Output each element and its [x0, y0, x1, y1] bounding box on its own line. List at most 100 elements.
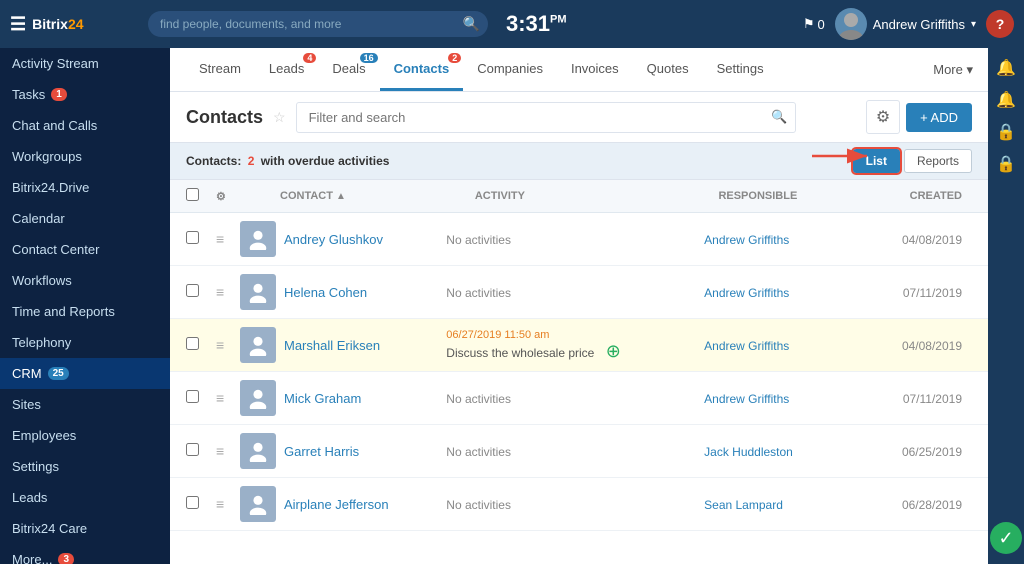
sidebar-item-calendar[interactable]: Calendar [0, 203, 170, 234]
row-menu-icon[interactable]: ≡ [216, 496, 240, 512]
responsible-link[interactable]: Jack Huddleston [704, 445, 793, 459]
tab-quotes[interactable]: Quotes [633, 49, 703, 91]
row-checkbox[interactable] [186, 496, 216, 512]
add-activity-icon[interactable]: ⊕ [606, 341, 621, 361]
sidebar-item-contact-center[interactable]: Contact Center [0, 234, 170, 265]
contacts-toolbar: Contacts: 2 with overdue activities [170, 143, 988, 180]
row-menu-icon[interactable]: ≡ [216, 284, 240, 300]
notification-bell-icon[interactable]: 🔔 [992, 54, 1020, 82]
column-gear-icon[interactable]: ⚙ [216, 190, 240, 203]
sidebar-item-employees[interactable]: Employees [0, 420, 170, 451]
tab-companies[interactable]: Companies [463, 49, 557, 91]
contact-name-link[interactable]: Mick Graham [284, 391, 361, 406]
sidebar-item-crm[interactable]: CRM 25 [0, 358, 170, 389]
created-cell: 07/11/2019 [859, 391, 972, 406]
sidebar-label: Tasks [12, 87, 45, 102]
responsible-link[interactable]: Andrew Griffiths [704, 392, 789, 406]
tab-stream[interactable]: Stream [185, 49, 255, 91]
tab-leads[interactable]: Leads 4 [255, 49, 318, 91]
add-contact-button[interactable]: + ADD [906, 103, 972, 132]
lock-alt-icon[interactable]: 🔒 [992, 150, 1020, 178]
crm-tabs: Stream Leads 4 Deals 16 Contacts 2 Compa… [170, 48, 988, 92]
contact-name-link[interactable]: Garret Harris [284, 444, 359, 459]
tab-more[interactable]: More ▾ [933, 62, 973, 78]
sidebar-item-leads[interactable]: Leads [0, 482, 170, 513]
tab-invoices[interactable]: Invoices [557, 49, 633, 91]
filter-search-input[interactable] [296, 102, 796, 133]
sidebar-item-settings[interactable]: Settings [0, 451, 170, 482]
contact-name-link[interactable]: Marshall Eriksen [284, 338, 380, 353]
created-cell: 07/11/2019 [859, 285, 972, 300]
sidebar-label: Bitrix24.Drive [12, 180, 89, 195]
row-menu-icon[interactable]: ≡ [216, 337, 240, 353]
user-profile[interactable]: Andrew Griffiths ▾ [835, 8, 976, 40]
responsible-link[interactable]: Andrew Griffiths [704, 286, 789, 300]
leads-tab-badge: 4 [303, 53, 316, 63]
no-activity-text: No activities [446, 286, 511, 300]
row-checkbox[interactable] [186, 231, 216, 247]
sidebar-label: Workflows [12, 273, 72, 288]
contact-name-link[interactable]: Andrey Glushkov [284, 232, 383, 247]
created-date-text: 04/08/2019 [902, 339, 962, 353]
contacts-search: 🔍 [296, 102, 796, 133]
sidebar-item-sites[interactable]: Sites [0, 389, 170, 420]
activity-cell: No activities [446, 232, 704, 247]
row-menu-icon[interactable]: ≡ [216, 443, 240, 459]
favorite-icon[interactable]: ☆ [273, 109, 286, 126]
responsible-link[interactable]: Andrew Griffiths [704, 339, 789, 353]
table-header: ⚙ CONTACT ▲ ACTIVITY RESPONSIBLE CREATED [170, 180, 988, 213]
row-checkbox[interactable] [186, 284, 216, 300]
no-activity-text: No activities [446, 445, 511, 459]
row-menu-icon[interactable]: ≡ [216, 390, 240, 406]
responsible-link[interactable]: Andrew Griffiths [704, 233, 789, 247]
tab-deals[interactable]: Deals 16 [318, 49, 379, 91]
sidebar-label: Contact Center [12, 242, 99, 257]
list-view-button[interactable]: List [853, 149, 900, 173]
search-input[interactable] [148, 11, 488, 37]
contact-name-link[interactable]: Airplane Jefferson [284, 497, 389, 512]
responsible-cell: Andrew Griffiths [704, 391, 859, 406]
sidebar-item-drive[interactable]: Bitrix24.Drive [0, 172, 170, 203]
contact-name-link[interactable]: Helena Cohen [284, 285, 367, 300]
sidebar-label: CRM [12, 366, 42, 381]
tab-settings[interactable]: Settings [703, 49, 778, 91]
check-icon[interactable]: ✓ [990, 522, 1022, 554]
sidebar-label: Sites [12, 397, 41, 412]
sidebar-label: Chat and Calls [12, 118, 97, 133]
sidebar-item-activity-stream[interactable]: Activity Stream [0, 48, 170, 79]
menu-icon[interactable]: ☰ [10, 14, 26, 35]
sidebar-item-chat-calls[interactable]: Chat and Calls [0, 110, 170, 141]
row-checkbox[interactable] [186, 337, 216, 353]
crm-badge: 25 [48, 367, 69, 380]
reports-button[interactable]: Reports [904, 149, 972, 173]
sidebar-item-telephony[interactable]: Telephony [0, 327, 170, 358]
chevron-down-icon: ▾ [971, 19, 976, 30]
sidebar-item-workflows[interactable]: Workflows [0, 265, 170, 296]
select-all-checkbox[interactable] [186, 188, 216, 204]
sidebar-item-bitrix24-care[interactable]: Bitrix24 Care [0, 513, 170, 544]
sidebar-item-workgroups[interactable]: Workgroups [0, 141, 170, 172]
table-row: ≡ Marshall Eriksen 06/27/2019 11:50 am D… [170, 319, 988, 372]
row-checkbox[interactable] [186, 390, 216, 406]
sidebar-item-tasks[interactable]: Tasks 1 [0, 79, 170, 110]
sidebar-label: Bitrix24 Care [12, 521, 87, 536]
sidebar-item-time-reports[interactable]: Time and Reports [0, 296, 170, 327]
overdue-activity-date: 06/27/2019 11:50 am [446, 329, 704, 341]
responsible-cell: Andrew Griffiths [704, 285, 859, 300]
column-settings-button[interactable]: ⚙ [866, 100, 900, 134]
responsible-link[interactable]: Sean Lampard [704, 498, 783, 512]
tab-contacts[interactable]: Contacts 2 [380, 49, 464, 91]
help-button[interactable]: ? [986, 10, 1014, 38]
sidebar-label: Workgroups [12, 149, 82, 164]
lock-icon[interactable]: 🔒 [992, 118, 1020, 146]
username: Andrew Griffiths [873, 17, 965, 32]
row-checkbox[interactable] [186, 443, 216, 459]
sort-arrow-icon[interactable]: ▲ [336, 191, 346, 202]
table-row: ≡ Helena Cohen No activities Andrew Grif… [170, 266, 988, 319]
sidebar-item-more[interactable]: More... 3 [0, 544, 170, 564]
flag-counter: ⚑0 [803, 16, 825, 32]
notification-alt-icon[interactable]: 🔔 [992, 86, 1020, 114]
table-body: ≡ Andrey Glushkov No activities Andrew G… [170, 213, 988, 531]
clock: 3:31PM [506, 11, 567, 37]
row-menu-icon[interactable]: ≡ [216, 231, 240, 247]
